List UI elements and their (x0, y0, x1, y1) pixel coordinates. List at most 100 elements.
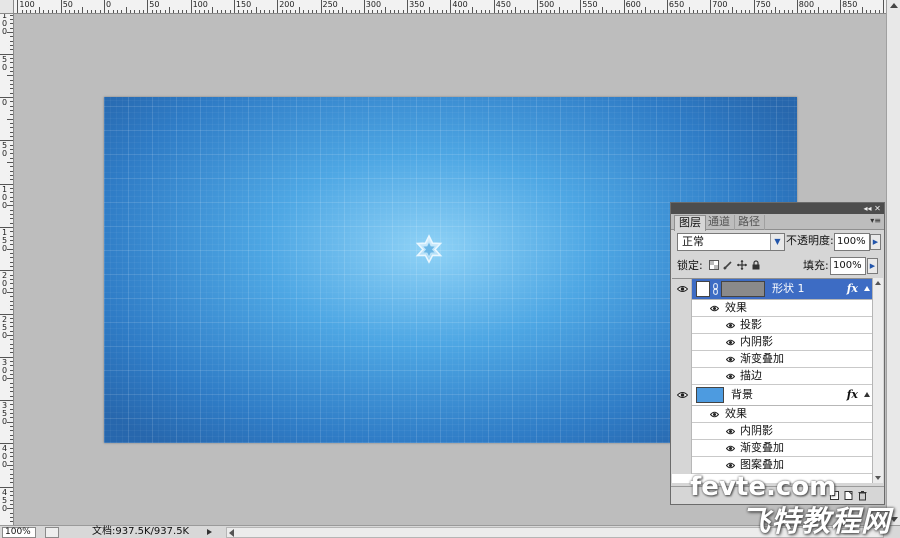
ruler-top[interactable]: 100 50 0 50 100 150 200 250 300 350 400 450 500 550 60… (0, 0, 886, 14)
layer-name: 形状 1 (772, 282, 805, 295)
fx-icon[interactable]: fx (847, 388, 858, 401)
ruler-top-label: 100 (19, 0, 35, 9)
ruler-top-tick (268, 10, 270, 13)
scroll-up-arrow[interactable] (875, 281, 881, 285)
tab-paths[interactable]: 路径 (734, 215, 765, 230)
visibility-toggle[interactable] (672, 279, 692, 300)
scroll-up-arrow[interactable] (890, 3, 898, 8)
ruler-top-tick (52, 10, 54, 13)
visibility-toggle[interactable] (672, 368, 692, 385)
ruler-top-label: 350 (409, 0, 425, 9)
eye-icon[interactable] (726, 445, 735, 452)
ruler-top-tick (346, 10, 348, 13)
document-status-icon[interactable] (45, 527, 59, 538)
fx-icon[interactable]: fx (847, 282, 858, 295)
visibility-toggle[interactable] (672, 457, 692, 474)
effect-item[interactable]: 投影 (672, 317, 872, 334)
visibility-toggle[interactable] (672, 351, 692, 368)
blend-mode-select[interactable]: 正常 ▼ (677, 233, 785, 251)
effect-item[interactable]: 内阴影 (672, 334, 872, 351)
opacity-field[interactable]: 100% (834, 233, 870, 251)
chevron-down-icon[interactable]: ▼ (770, 234, 784, 250)
ruler-left-tick (10, 187, 13, 189)
eye-icon[interactable] (726, 373, 735, 380)
visibility-toggle[interactable] (672, 440, 692, 457)
effect-label: 描边 (740, 369, 762, 382)
ruler-top-tick (21, 10, 23, 13)
ruler-left-tick (10, 395, 13, 397)
lock-transparent-icon[interactable] (709, 260, 719, 270)
ruler-left-tick (10, 114, 13, 116)
ruler-top-tick (762, 10, 764, 13)
ruler-left-tick (7, 161, 13, 163)
eye-icon[interactable] (726, 322, 735, 329)
ruler-top-tick (632, 10, 634, 13)
ruler-top-tick (524, 10, 525, 13)
lock-brush-icon[interactable] (723, 260, 733, 270)
ruler-left-tick (10, 148, 13, 150)
scroll-left-arrow[interactable] (229, 529, 234, 537)
effect-item[interactable]: 渐变叠加 (672, 440, 872, 457)
effects-group[interactable]: 效果 (672, 406, 872, 423)
eye-icon[interactable] (726, 462, 735, 469)
opacity-label: 不透明度: (786, 234, 834, 247)
ruler-top-tick (203, 10, 205, 13)
zoom-field[interactable]: 100% (2, 527, 36, 538)
visibility-toggle[interactable] (672, 406, 692, 423)
effects-group[interactable]: 效果 (672, 300, 872, 317)
effect-item[interactable]: 描边 (672, 368, 872, 385)
ruler-top-tick (835, 10, 837, 13)
layer-list-scrollbar[interactable] (872, 278, 883, 483)
visibility-toggle[interactable] (672, 385, 692, 406)
star-shape[interactable] (414, 234, 444, 264)
tab-channels[interactable]: 通道 (704, 215, 735, 230)
tab-layers[interactable]: 图层 (674, 215, 706, 231)
ruler-left-tick (0, 400, 13, 402)
ruler-top-tick (874, 10, 876, 13)
lock-move-icon[interactable] (737, 260, 747, 270)
watermark: fevte.com 飞特教程网 (690, 470, 895, 538)
ruler-top-tick (502, 10, 504, 13)
status-menu-arrow[interactable] (207, 529, 212, 535)
ruler-top-tick (853, 10, 855, 13)
ruler-top-label: 800 (798, 0, 815, 9)
effect-item[interactable]: 渐变叠加 (672, 351, 872, 368)
panel-menu-icon[interactable]: ▾≡ (870, 216, 881, 225)
eye-icon[interactable] (710, 305, 719, 312)
visibility-toggle[interactable] (672, 334, 692, 351)
ruler-top-tick (597, 10, 599, 13)
panel-titlebar[interactable]: ◂◂ ✕ (671, 203, 884, 214)
visibility-toggle[interactable] (672, 423, 692, 440)
ruler-left-tick (7, 205, 13, 207)
vertical-scrollbar[interactable] (886, 0, 900, 525)
ruler-corner[interactable] (0, 0, 14, 14)
eye-icon[interactable] (726, 356, 735, 363)
ruler-left-tick (7, 248, 13, 250)
layer-thumbnail (696, 387, 724, 403)
ruler-left-tick (10, 40, 13, 42)
opacity-slider-button[interactable]: ▶ (870, 234, 881, 250)
ruler-top-tick (454, 10, 456, 13)
eye-icon[interactable] (726, 428, 735, 435)
effect-item[interactable]: 内阴影 (672, 423, 872, 440)
lock-all-icon[interactable] (751, 260, 761, 270)
eye-icon[interactable] (710, 411, 719, 418)
close-panel-icon[interactable]: ✕ (873, 204, 882, 213)
ruler-top-tick (86, 10, 88, 13)
ruler-top-label: 650 (668, 0, 685, 9)
layer-row-shape[interactable]: 形状 1 fx (672, 279, 872, 300)
eye-icon[interactable] (726, 339, 735, 346)
ruler-left-tick (10, 452, 13, 454)
ruler-top-tick (108, 10, 110, 13)
layer-row-background[interactable]: 背景 fx (672, 385, 872, 406)
fill-slider-button[interactable]: ▶ (867, 258, 878, 274)
ruler-left[interactable]: 10050050100150200250300350400450500 (0, 14, 14, 525)
visibility-toggle[interactable] (672, 300, 692, 317)
expand-effects-arrow[interactable] (864, 392, 870, 397)
ruler-top-tick (796, 0, 798, 13)
visibility-toggle[interactable] (672, 317, 692, 334)
collapse-panel-icon[interactable]: ◂◂ (863, 204, 872, 213)
ruler-left-tick (10, 408, 13, 410)
expand-effects-arrow[interactable] (864, 286, 870, 291)
fill-field[interactable]: 100% (830, 257, 866, 275)
